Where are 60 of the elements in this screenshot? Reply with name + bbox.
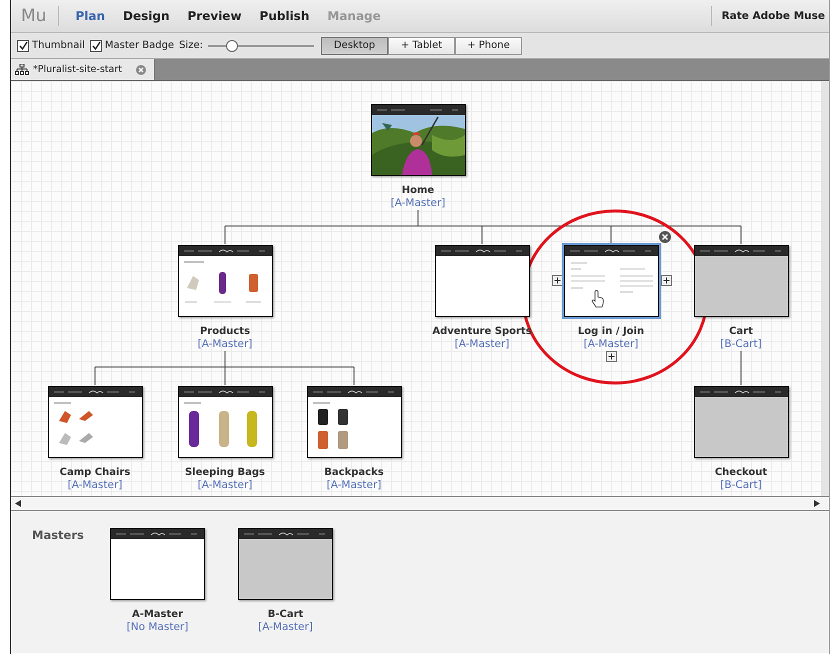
menu-tab[interactable]: Plan — [73, 9, 108, 23]
connector-line — [740, 350, 742, 386]
master-label: [A-Master] — [326, 479, 382, 491]
menu-tab[interactable]: Design — [121, 9, 172, 23]
add-page-icon[interactable] — [552, 275, 563, 286]
slider-thumb[interactable] — [226, 40, 238, 52]
master-label: [A-Master] — [454, 338, 510, 350]
page-thumbnail[interactable] — [694, 386, 788, 458]
master-label: [A-Master] — [68, 479, 122, 491]
sitemap-icon — [15, 64, 29, 75]
master-name: A-Master — [132, 609, 184, 620]
menu-tab[interactable]: Publish — [258, 9, 312, 23]
master-label: [A-Master] — [198, 338, 252, 350]
page-name: Backpacks — [324, 467, 384, 478]
master-label: [A-Master] — [584, 338, 638, 350]
page-thumbnail[interactable] — [306, 386, 402, 458]
layout-button[interactable]: + Phone — [454, 36, 522, 54]
checkbox[interactable] — [90, 40, 102, 52]
master-label: [A-Master] — [258, 621, 313, 633]
checkbox[interactable] — [17, 40, 29, 52]
masters-heading: Masters — [32, 528, 85, 544]
page-name: Checkout — [714, 467, 768, 478]
page-thumbnail[interactable] — [564, 245, 658, 317]
scroll-right-icon[interactable] — [813, 499, 821, 508]
page-thumbnail[interactable] — [238, 528, 333, 600]
add-page-icon[interactable] — [606, 351, 617, 362]
menu-tab[interactable]: Preview — [186, 9, 244, 23]
page-thumbnail[interactable] — [694, 245, 788, 317]
scroll-left-icon[interactable] — [14, 499, 22, 508]
master-label: [A-Master] — [198, 479, 252, 491]
close-icon[interactable] — [136, 64, 146, 74]
checkbox-label: Master Badge — [104, 40, 174, 51]
page-name: Log in / Join — [578, 326, 644, 337]
master-label: [No Master] — [126, 621, 188, 633]
master-label: [B-Cart] — [720, 479, 762, 491]
delete-page-icon[interactable] — [659, 231, 671, 243]
master-label: [A-Master] — [390, 197, 446, 209]
add-page-icon[interactable] — [661, 275, 672, 286]
size-slider[interactable] — [208, 40, 314, 52]
page-name: Sleeping Bags — [184, 467, 266, 478]
layout-button[interactable]: Desktop — [320, 36, 388, 54]
page-name: Products — [200, 326, 250, 337]
page-thumbnail[interactable] — [178, 386, 272, 458]
page-name: Cart — [729, 326, 753, 337]
app-logo: Mu — [11, 6, 60, 26]
layout-button[interactable]: + Tablet — [388, 36, 455, 54]
document-title: *Pluralist-site-start — [33, 64, 122, 75]
document-tab[interactable]: *Pluralist-site-start — [11, 59, 155, 80]
checkbox-label: Thumbnail — [32, 40, 85, 51]
page-thumbnail[interactable] — [178, 245, 272, 317]
master-label: [B-Cart] — [720, 338, 762, 350]
page-name: Camp Chairs — [60, 467, 130, 478]
page-thumbnail[interactable] — [48, 386, 142, 458]
master-name: B-Cart — [268, 609, 304, 620]
page-thumbnail[interactable] — [370, 104, 466, 176]
page-thumbnail[interactable] — [434, 245, 530, 317]
size-label: Size: — [179, 40, 203, 51]
page-thumbnail[interactable] — [110, 528, 205, 600]
page-name: Home — [402, 185, 434, 196]
rate-link[interactable]: Rate Adobe Muse — [710, 6, 829, 26]
